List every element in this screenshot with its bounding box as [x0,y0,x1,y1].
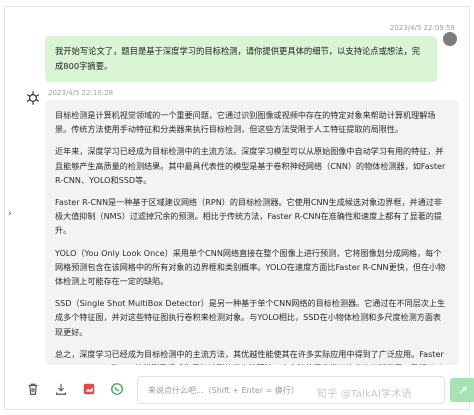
chat-window: › 2023/4/5 22:09:59 我开始写论文了，题目是基于深度学习的目标… [4,6,474,410]
ai-paragraph: 目标检测是计算机视觉领域的一个重要问题，它通过识别图像或视频中存在的特定对象来帮… [55,110,436,135]
openai-logo-icon [26,91,40,105]
ai-message: 目标检测是计算机视觉领域的一个重要问题，它通过识别图像或视频中存在的特定对象来帮… [45,100,459,365]
send-button[interactable]: ➚ [450,378,474,402]
user-message-row: 我开始写论文了，题目是基于深度学习的目标检测，请你提供更具体的细节，以支持论点或… [45,32,457,82]
send-icon: ➚ [457,383,469,397]
watermark: 知乎 @TalkAI学术语 [317,389,412,400]
user-avatar [443,32,457,46]
ai-paragraph: YOLO（You Only Look Once）采用单个CNN网络直接在整个图像… [55,247,446,287]
user-timestamp: 2023/4/5 22:09:59 [389,24,455,32]
image-export-icon[interactable] [82,382,96,396]
ai-timestamp: 2023/4/5 22:10:28 [48,89,114,97]
collapse-arrow-icon[interactable]: › [8,209,12,219]
user-message: 我开始写论文了，题目是基于深度学习的目标检测，请你提供更具体的细节，以支持论点或… [45,36,437,82]
whatsapp-like-icon[interactable] [110,382,124,396]
trash-icon[interactable] [26,382,40,396]
download-icon[interactable] [54,382,68,396]
ai-paragraph: 总之，深度学习已经成为目标检测中的主流方法，其优越性能使其在许多实际应用中得到了… [55,348,444,365]
ai-paragraph: Faster R-CNN是一种基于区域建议网络（RPN）的目标检测器。它使用CN… [55,197,442,236]
ai-paragraph: SSD（Single Shot MultiBox Detector）是另一种基于… [55,298,446,337]
ai-paragraph: 近年来，深度学习已经成为目标检测中的主流方法。深度学习模型可以从原始图像中自动学… [55,146,446,185]
